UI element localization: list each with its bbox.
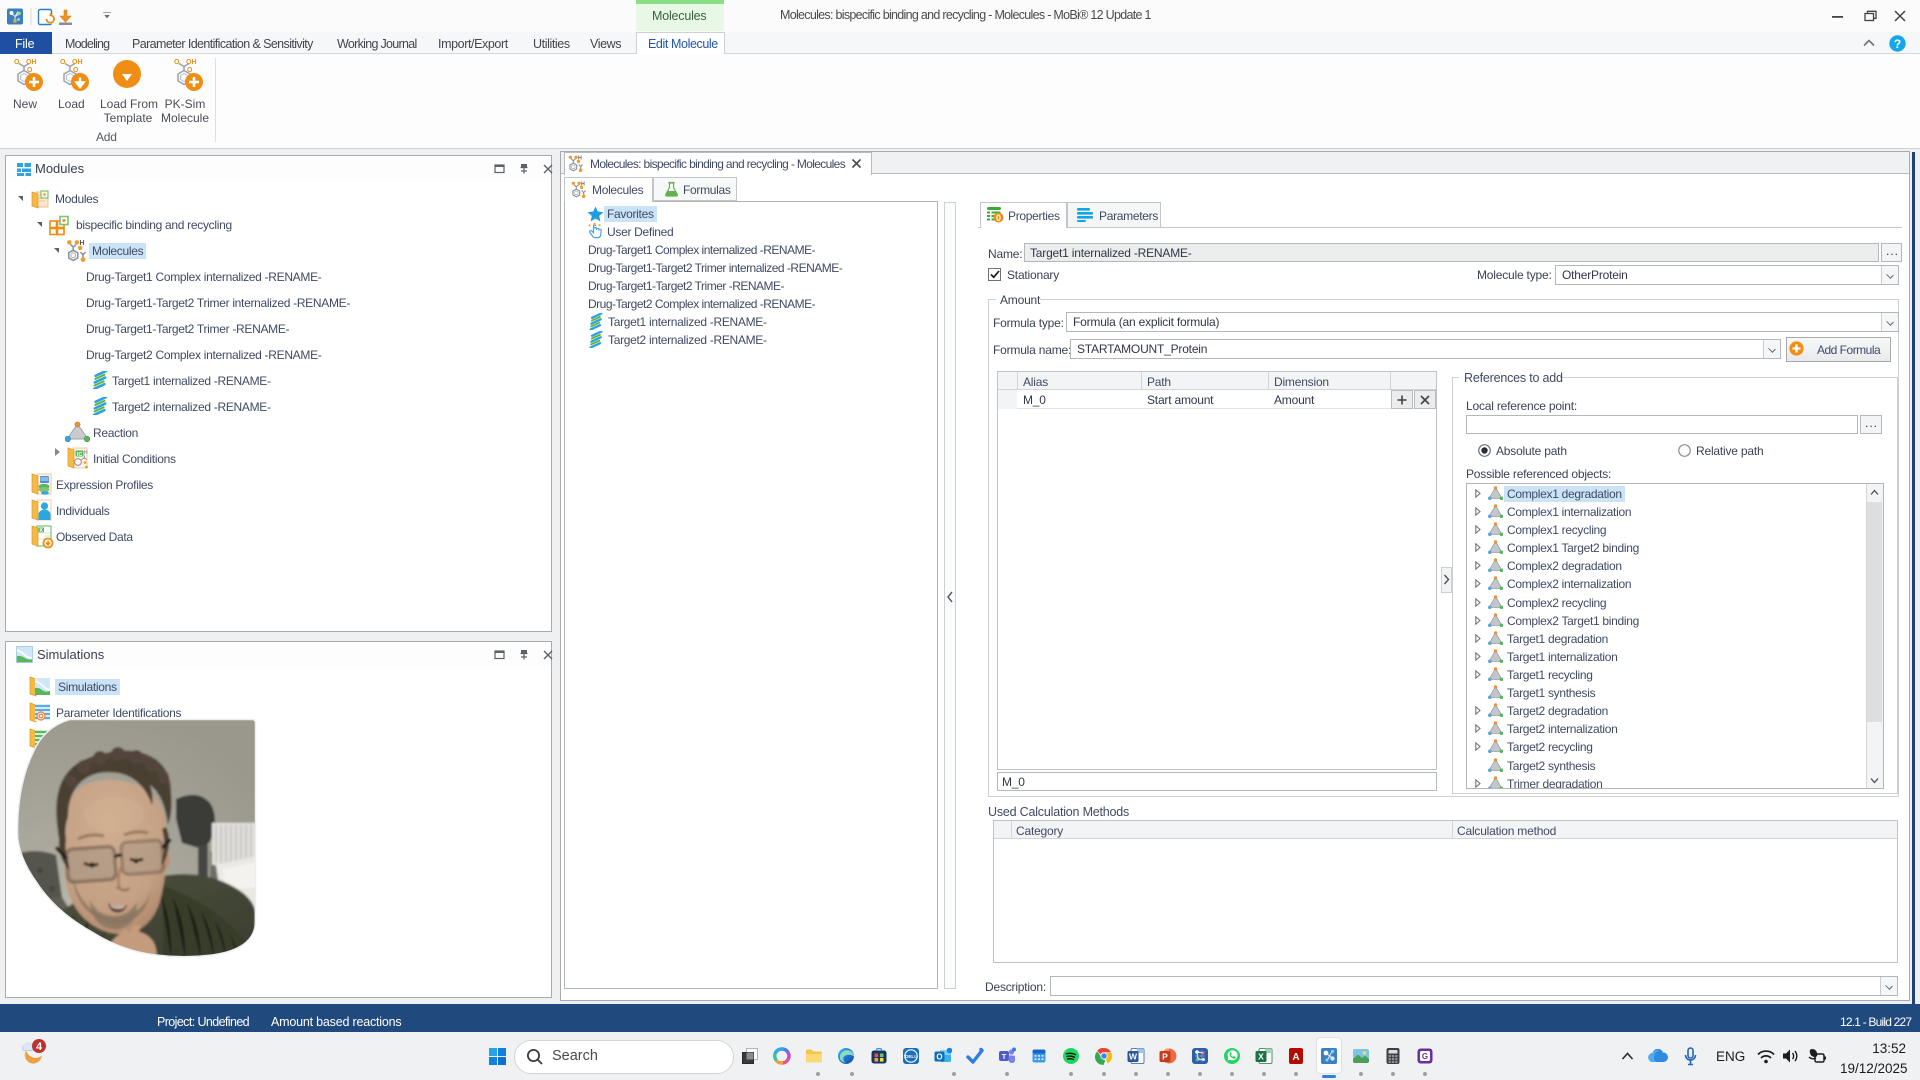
svg-text:IC: IC	[77, 452, 83, 458]
svg-text:O: O	[936, 1053, 942, 1062]
svg-text:O: O	[27, 67, 33, 74]
svg-text:T: T	[1002, 1052, 1007, 1061]
svg-text:G: G	[1422, 1052, 1428, 1061]
svg-text:H: H	[84, 450, 88, 456]
svg-text:0: 0	[996, 213, 1001, 223]
svg-text:?: ?	[1894, 37, 1901, 51]
svg-text:O: O	[14, 59, 20, 66]
svg-text:4: 4	[36, 1041, 43, 1053]
svg-text:OH: OH	[26, 59, 37, 66]
svg-text:P: P	[1162, 1052, 1168, 1062]
svg-text:X: X	[1258, 1052, 1264, 1062]
svg-text:DELL: DELL	[905, 1054, 917, 1059]
svg-text:K: K	[40, 528, 44, 534]
svg-text:W: W	[1129, 1052, 1138, 1062]
svg-text:A: A	[1292, 1052, 1299, 1063]
